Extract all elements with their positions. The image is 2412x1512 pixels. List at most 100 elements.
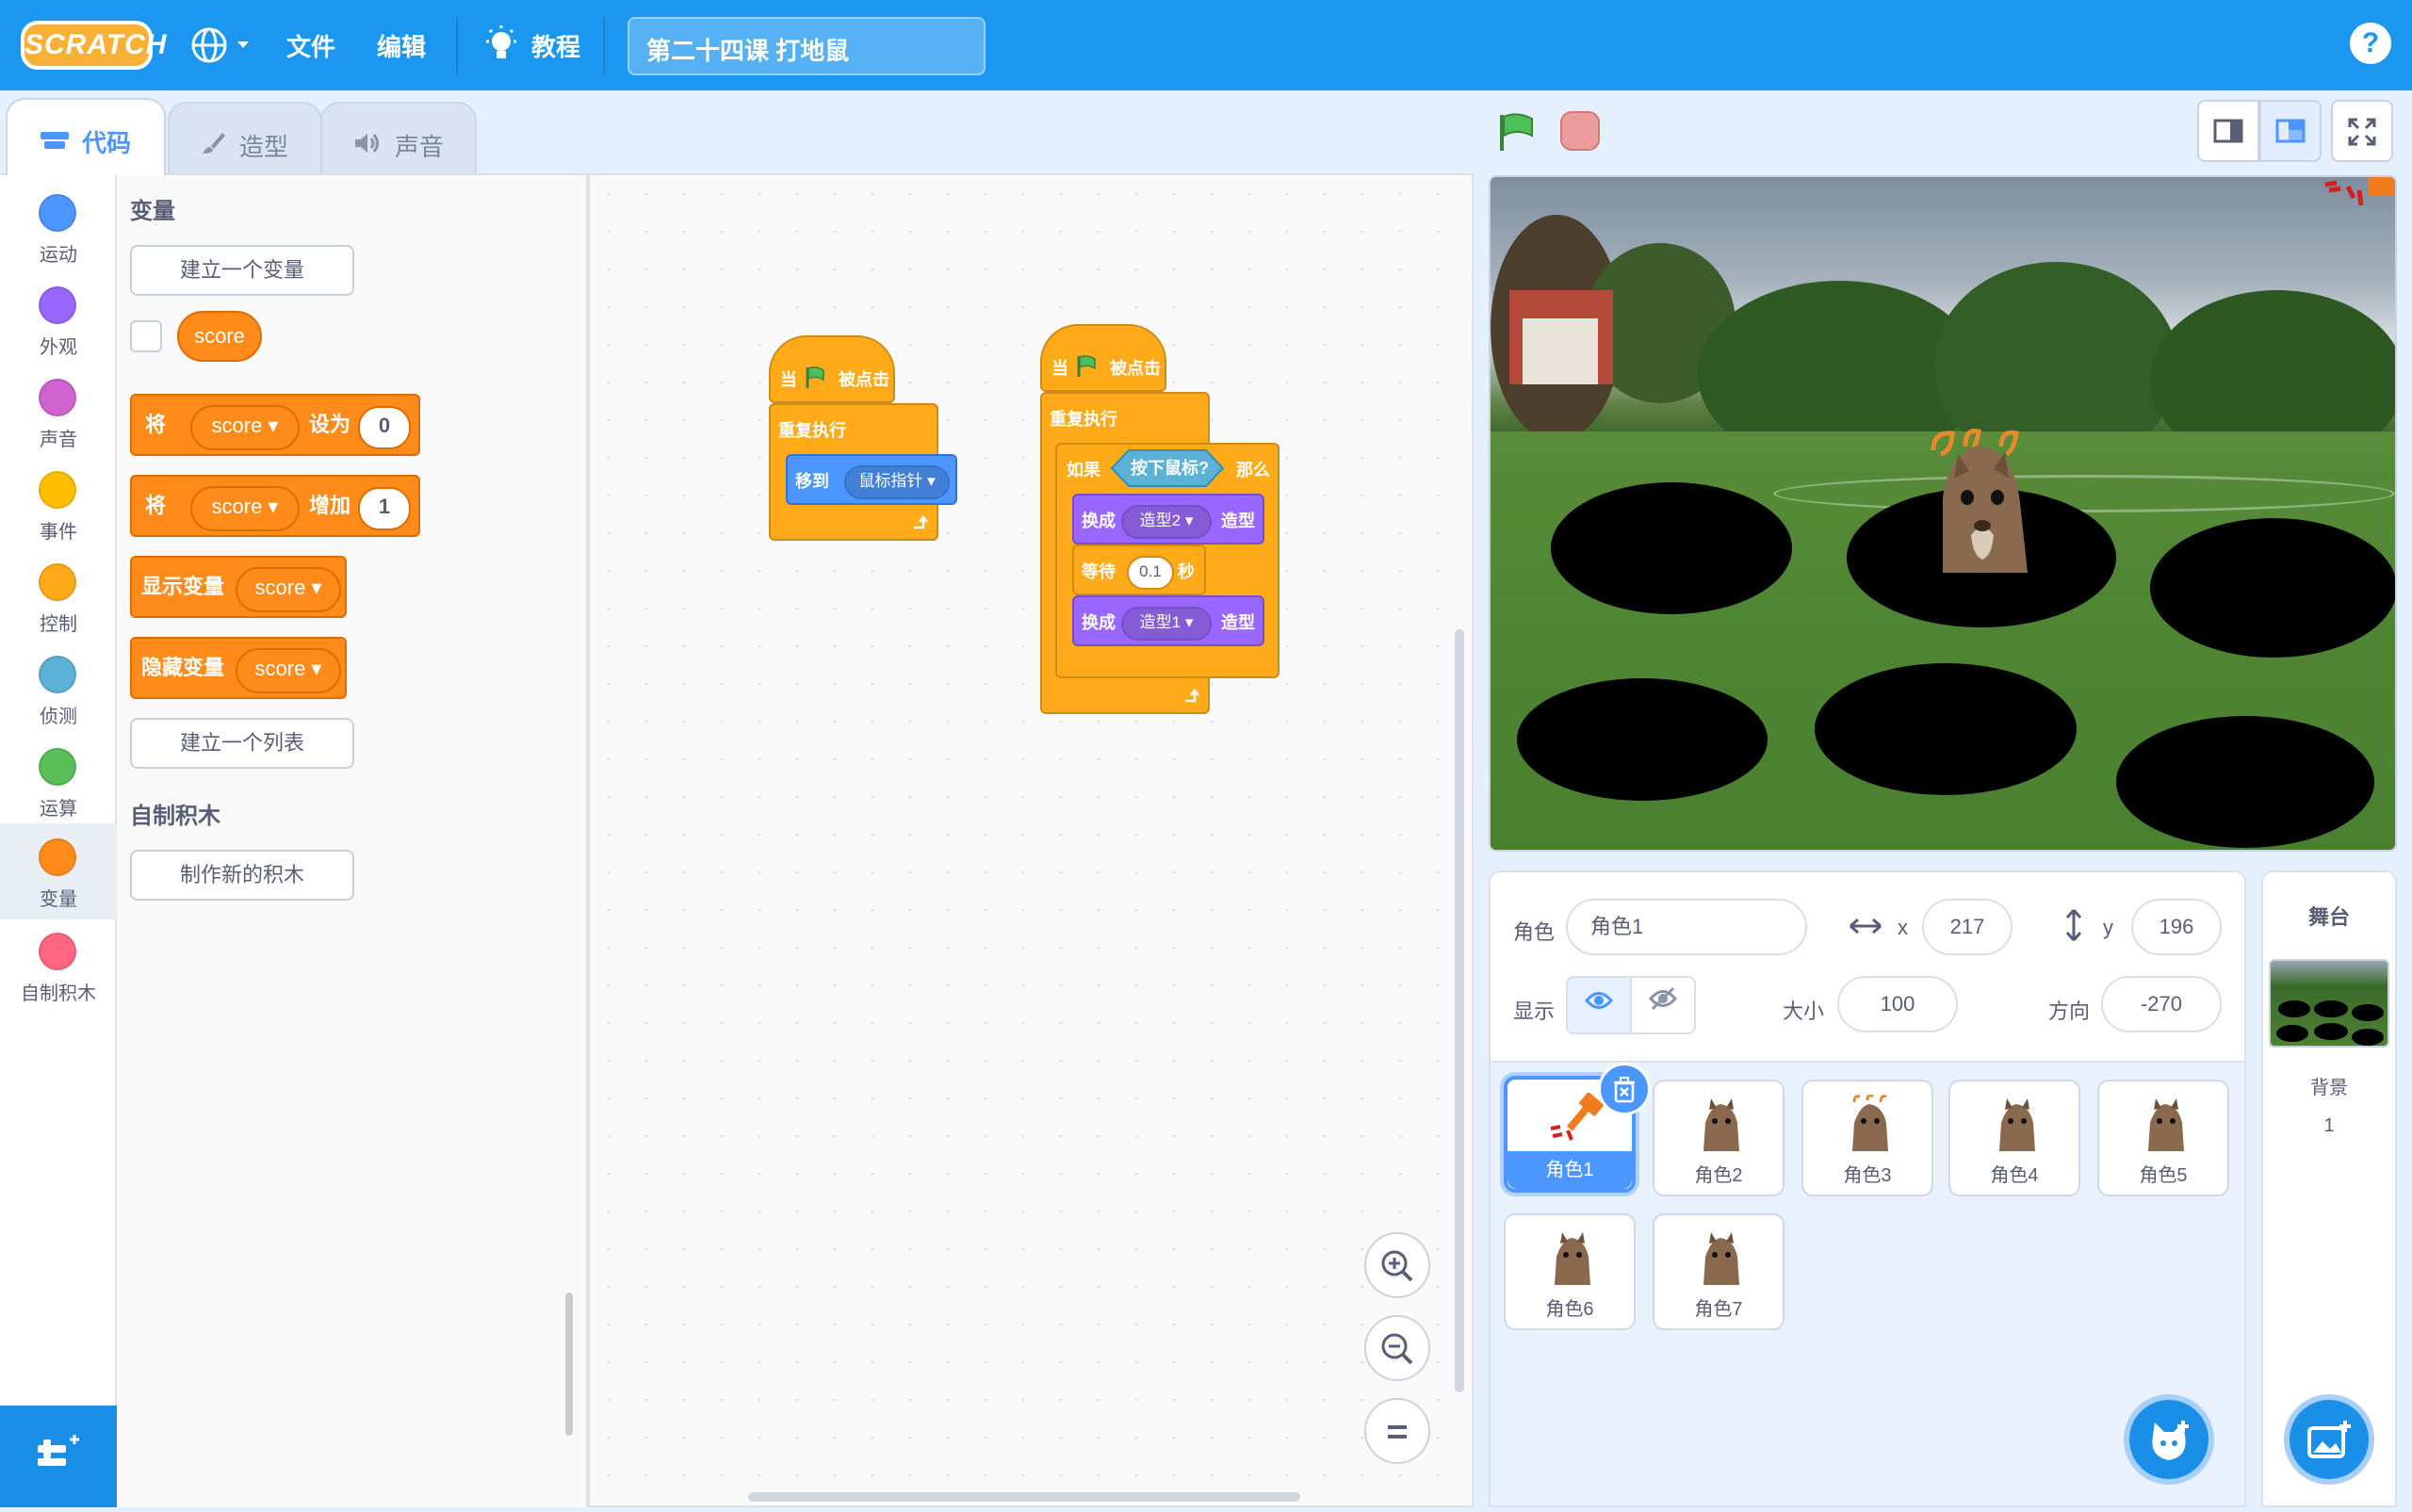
normal-stage-button[interactable] — [2259, 100, 2322, 162]
mini-hole — [2276, 1025, 2308, 1042]
size-input[interactable]: 100 — [1837, 976, 1958, 1032]
goto-block[interactable]: 移到 鼠标指针 ▾ — [786, 454, 957, 505]
show-variable-block[interactable]: 显示变量 score ▾ — [130, 556, 347, 618]
sprite-tile[interactable]: 角色2 — [1653, 1080, 1785, 1196]
language-globe-icon[interactable] — [188, 24, 256, 66]
menu-tutorials[interactable]: 教程 — [531, 28, 580, 63]
zoom-in-icon — [1381, 1250, 1413, 1282]
show-sprite-button[interactable] — [1566, 976, 1632, 1034]
set-value-input[interactable]: 0 — [358, 406, 411, 449]
y-label: y — [2103, 916, 2113, 939]
menu-file[interactable]: 文件 — [286, 28, 335, 63]
x-position-input[interactable]: 217 — [1922, 899, 2013, 955]
sprite-tile[interactable]: 角色4 — [1948, 1080, 2080, 1196]
menu-edit[interactable]: 编辑 — [377, 28, 426, 63]
small-stage-button[interactable] — [2197, 100, 2259, 162]
delete-sprite-button[interactable] — [1598, 1063, 1651, 1115]
zoom-in-button[interactable] — [1364, 1232, 1430, 1298]
set-variable-block[interactable]: 将 score ▾ 设为 0 — [130, 394, 420, 456]
make-list-button[interactable]: 建立一个列表 — [130, 718, 354, 769]
block-palette — [117, 173, 588, 1507]
category-looks[interactable]: 外观 — [0, 275, 117, 367]
show-label: 显示 — [1513, 1000, 1556, 1023]
fullscreen-button[interactable] — [2331, 100, 2393, 162]
wait-block[interactable]: 等待 0.1 秒 — [1072, 545, 1206, 595]
change-variable-block[interactable]: 将 score ▾ 增加 1 — [130, 475, 420, 537]
tab-costumes[interactable]: 造型 — [168, 102, 322, 173]
code-workspace[interactable] — [588, 173, 1474, 1507]
sprite-tile[interactable]: 角色7 — [1653, 1213, 1785, 1330]
category-sensing[interactable]: 侦测 — [0, 644, 117, 737]
mini-hole — [2314, 1023, 2348, 1040]
project-title-input[interactable]: 第二十四课 打地鼠 — [627, 17, 986, 75]
speaker-icon — [353, 131, 382, 162]
switch-costume-block[interactable]: 换成 造型1 ▾ 造型 — [1072, 595, 1264, 646]
category-motion[interactable]: 运动 — [0, 183, 117, 275]
sensing-dot-icon — [39, 656, 76, 693]
variable-dropdown[interactable]: score ▾ — [190, 486, 300, 531]
hide-variable-block[interactable]: 隐藏变量 score ▾ — [130, 637, 347, 699]
backdrop-thumbnail[interactable] — [2269, 959, 2389, 1048]
code-vertical-scrollbar[interactable] — [1455, 629, 1464, 1392]
category-label: 声音 — [40, 430, 77, 450]
goto-target-dropdown[interactable]: 鼠标指针 ▾ — [844, 465, 950, 499]
sprite-name: 角色2 — [1694, 1165, 1743, 1186]
variable-dropdown[interactable]: score ▾ — [236, 567, 341, 612]
help-icon[interactable]: ? — [2350, 23, 2391, 64]
mouse-down-condition[interactable]: 按下鼠标? — [1110, 448, 1225, 488]
stage-canvas[interactable] — [1489, 175, 2397, 852]
dropdown-label: 造型1 — [1139, 613, 1182, 631]
category-control[interactable]: 控制 — [0, 552, 117, 644]
sprite-tile[interactable]: 角色3 — [1801, 1080, 1933, 1196]
direction-input[interactable]: -270 — [2101, 976, 2222, 1032]
costume-dropdown[interactable]: 造型2 ▾ — [1121, 505, 1212, 539]
palette-scrollbar[interactable] — [565, 1293, 573, 1436]
block-word: 被点击 — [839, 370, 889, 389]
scratch-logo[interactable]: SCRATCH — [21, 21, 166, 70]
category-variables[interactable]: 变量 — [0, 823, 117, 919]
block-word: 换成 — [1082, 512, 1116, 530]
sprite-tile[interactable]: 角色6 — [1504, 1213, 1636, 1330]
stop-button[interactable] — [1560, 111, 1600, 151]
category-operators[interactable]: 运算 — [0, 737, 117, 829]
mole-hole — [1815, 663, 2077, 795]
when-flag-clicked-hat[interactable]: 当 被点击 — [1040, 324, 1166, 392]
input-value: 0.1 — [1139, 562, 1162, 580]
costume-dropdown[interactable]: 造型1 ▾ — [1121, 607, 1212, 641]
score-monitor-checkbox[interactable] — [130, 320, 162, 352]
variable-dropdown[interactable]: score ▾ — [236, 648, 341, 693]
tab-code[interactable]: 代码 — [6, 98, 166, 175]
eye-icon — [1585, 992, 1613, 1009]
add-extension-button[interactable] — [0, 1406, 117, 1507]
when-flag-clicked-hat[interactable]: 当 被点击 — [769, 335, 895, 403]
green-flag-button[interactable] — [1496, 111, 1538, 153]
zoom-out-button[interactable] — [1364, 1315, 1430, 1381]
zoom-reset-button[interactable] — [1364, 1398, 1430, 1464]
sprite-tile[interactable]: 角色5 — [2097, 1080, 2229, 1196]
make-block-button[interactable]: 制作新的积木 — [130, 850, 354, 901]
add-sprite-button[interactable] — [2124, 1394, 2214, 1485]
switch-costume-block[interactable]: 换成 造型2 ▾ 造型 — [1072, 494, 1264, 545]
score-reporter[interactable]: score — [177, 311, 262, 362]
hide-sprite-button[interactable] — [1630, 976, 1696, 1034]
hammer-sprite[interactable] — [2320, 177, 2397, 224]
house-wall — [1523, 318, 1598, 384]
category-label: 变量 — [40, 889, 77, 910]
tab-sounds[interactable]: 声音 — [320, 102, 477, 173]
tutorials-bulb-icon[interactable] — [482, 24, 520, 66]
squirrel-sprite[interactable] — [1896, 422, 2065, 573]
y-position-input[interactable]: 196 — [2131, 899, 2222, 955]
wait-seconds-input[interactable]: 0.1 — [1127, 556, 1174, 590]
add-backdrop-button[interactable] — [2284, 1394, 2374, 1485]
change-value-input[interactable]: 1 — [358, 487, 411, 530]
block-word: 那么 — [1236, 461, 1270, 480]
sprite-name-input[interactable]: 角色1 — [1566, 899, 1807, 955]
code-horizontal-scrollbar[interactable] — [748, 1492, 1300, 1502]
variable-dropdown[interactable]: score ▾ — [190, 405, 300, 450]
category-sound[interactable]: 声音 — [0, 367, 117, 460]
make-variable-button[interactable]: 建立一个变量 — [130, 245, 354, 296]
dropdown-label: score — [254, 576, 306, 599]
add-extension-icon — [38, 1435, 79, 1466]
category-my-blocks[interactable]: 自制积木 — [0, 921, 117, 1014]
category-events[interactable]: 事件 — [0, 460, 117, 552]
